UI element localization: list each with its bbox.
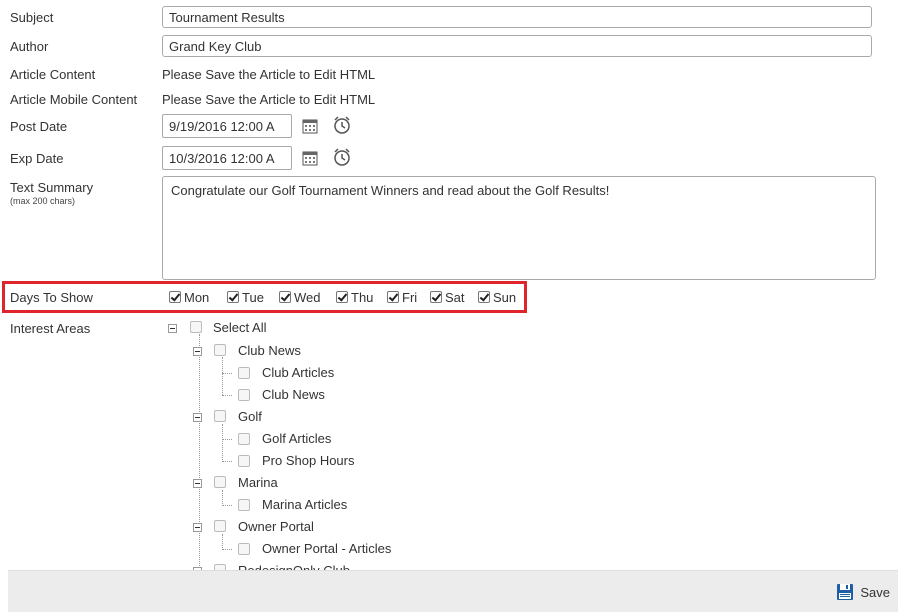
checkbox[interactable] bbox=[279, 291, 291, 303]
tree-node-golf-articles[interactable]: Golf Articles bbox=[262, 431, 331, 446]
checkbox[interactable] bbox=[238, 499, 250, 511]
text-summary-label: Text Summary bbox=[10, 180, 94, 195]
article-content-label: Article Content bbox=[10, 67, 96, 82]
checkbox[interactable] bbox=[238, 367, 250, 379]
tree-node-club-news-child[interactable]: Club News bbox=[262, 387, 325, 402]
tree-node-club-articles[interactable]: Club Articles bbox=[262, 365, 334, 380]
post-date-input[interactable]: 9/19/2016 12:00 A bbox=[162, 114, 292, 138]
clock-icon[interactable] bbox=[332, 115, 352, 138]
article-content-value: Please Save the Article to Edit HTML bbox=[162, 67, 376, 82]
tree-node-owner-portal[interactable]: Owner Portal bbox=[238, 519, 314, 534]
checkbox[interactable] bbox=[214, 344, 226, 356]
collapse-toggle[interactable] bbox=[193, 479, 202, 488]
checkbox[interactable] bbox=[430, 291, 442, 303]
collapse-toggle[interactable] bbox=[193, 523, 202, 532]
day-wed[interactable]: Wed bbox=[279, 290, 321, 305]
tree-line bbox=[222, 549, 232, 550]
tree-node-select-all[interactable]: Select All bbox=[213, 320, 266, 335]
day-thu[interactable]: Thu bbox=[336, 290, 373, 305]
article-mobile-content-label: Article Mobile Content bbox=[10, 92, 138, 107]
save-icon bbox=[836, 584, 858, 604]
checkbox[interactable] bbox=[238, 433, 250, 445]
checkbox[interactable] bbox=[214, 476, 226, 488]
checkbox[interactable] bbox=[478, 291, 490, 303]
tree-line bbox=[222, 505, 232, 506]
tree-line bbox=[222, 395, 232, 396]
tree-node-pro-shop-hours[interactable]: Pro Shop Hours bbox=[262, 453, 355, 468]
tree-line bbox=[222, 534, 223, 550]
subject-input[interactable]: Tournament Results bbox=[162, 6, 872, 28]
subject-label: Subject bbox=[10, 10, 54, 25]
checkbox[interactable] bbox=[214, 410, 226, 422]
exp-date-input[interactable]: 10/3/2016 12:00 A bbox=[162, 146, 292, 170]
author-input[interactable]: Grand Key Club bbox=[162, 35, 872, 57]
tree-line bbox=[222, 461, 232, 462]
day-tue[interactable]: Tue bbox=[227, 290, 264, 305]
tree-line bbox=[222, 373, 232, 374]
collapse-toggle[interactable] bbox=[193, 347, 202, 356]
tree-line bbox=[222, 490, 223, 506]
day-mon[interactable]: Mon bbox=[169, 290, 209, 305]
checkbox[interactable] bbox=[214, 520, 226, 532]
post-date-label: Post Date bbox=[10, 119, 68, 134]
checkbox[interactable] bbox=[238, 455, 250, 467]
exp-date-label: Exp Date bbox=[10, 151, 64, 166]
interest-areas-label: Interest Areas bbox=[10, 321, 91, 336]
tree-line bbox=[222, 439, 232, 440]
day-sun[interactable]: Sun bbox=[478, 290, 516, 305]
text-summary-textarea[interactable]: Congratulate our Golf Tournament Winners… bbox=[162, 176, 876, 280]
collapse-toggle[interactable] bbox=[168, 324, 177, 333]
calendar-icon[interactable] bbox=[302, 118, 318, 137]
tree-node-club-news[interactable]: Club News bbox=[238, 343, 301, 358]
checkbox[interactable] bbox=[387, 291, 399, 303]
checkbox[interactable] bbox=[238, 543, 250, 555]
footer-bar: Save bbox=[8, 570, 898, 612]
tree-line bbox=[199, 334, 200, 574]
article-mobile-content-value: Please Save the Article to Edit HTML bbox=[162, 92, 376, 107]
checkbox[interactable] bbox=[169, 291, 181, 303]
collapse-toggle[interactable] bbox=[193, 413, 202, 422]
tree-node-marina[interactable]: Marina bbox=[238, 475, 278, 490]
checkbox[interactable] bbox=[190, 321, 202, 333]
day-sat[interactable]: Sat bbox=[430, 290, 465, 305]
clock-icon[interactable] bbox=[332, 147, 352, 170]
days-to-show-label: Days To Show bbox=[10, 290, 93, 305]
calendar-icon[interactable] bbox=[302, 150, 318, 169]
tree-line bbox=[222, 357, 223, 395]
tree-node-owner-portal-articles[interactable]: Owner Portal - Articles bbox=[262, 541, 391, 556]
tree-line bbox=[222, 424, 223, 462]
author-label: Author bbox=[10, 39, 49, 54]
save-label: Save bbox=[860, 585, 890, 600]
checkbox[interactable] bbox=[238, 389, 250, 401]
checkbox[interactable] bbox=[336, 291, 348, 303]
tree-node-golf[interactable]: Golf bbox=[238, 409, 262, 424]
checkbox[interactable] bbox=[227, 291, 239, 303]
day-fri[interactable]: Fri bbox=[387, 290, 417, 305]
tree-node-marina-articles[interactable]: Marina Articles bbox=[262, 497, 347, 512]
save-button[interactable]: Save bbox=[836, 583, 890, 604]
text-summary-hint: (max 200 chars) bbox=[10, 196, 76, 206]
